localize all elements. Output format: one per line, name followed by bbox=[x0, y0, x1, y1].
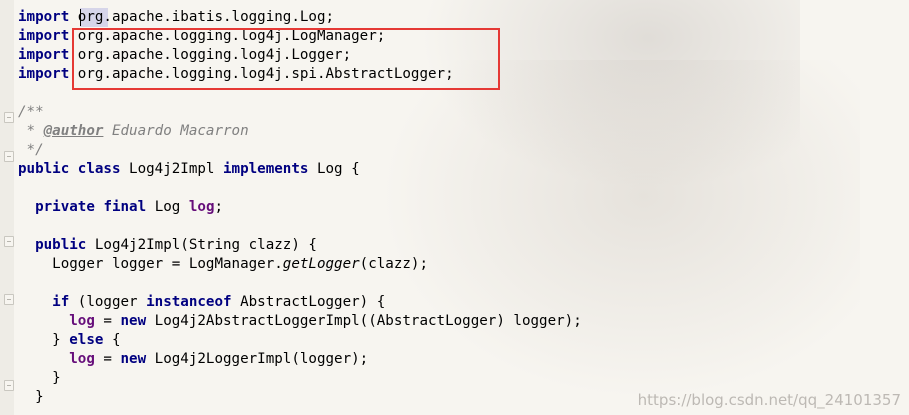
code-token: final bbox=[103, 199, 147, 215]
code-token: } bbox=[18, 389, 44, 405]
code-token: public bbox=[18, 161, 70, 177]
code-token: log bbox=[69, 313, 95, 329]
code-token: Log4j2Impl(String clazz) { bbox=[86, 237, 317, 253]
code-line[interactable]: */ bbox=[18, 141, 582, 160]
code-token: Logger logger = LogManager. bbox=[18, 256, 283, 272]
fold-icon[interactable] bbox=[4, 236, 14, 247]
code-token: class bbox=[77, 161, 121, 177]
code-token: new bbox=[120, 351, 147, 367]
code-token: import bbox=[18, 28, 70, 44]
code-token: = bbox=[94, 313, 121, 329]
code-token: else bbox=[69, 332, 104, 348]
code-token: new bbox=[120, 313, 147, 329]
annotation-highlight-box bbox=[72, 28, 500, 90]
code-token: org.apache.ibatis.logging.Log; bbox=[69, 9, 335, 25]
watermark: https://blog.csdn.net/qq_24101357 bbox=[637, 391, 901, 409]
code-line[interactable]: Logger logger = LogManager.getLogger(cla… bbox=[18, 255, 582, 274]
code-token: log bbox=[69, 351, 95, 367]
code-line[interactable]: log = new Log4j2AbstractLoggerImpl((Abst… bbox=[18, 312, 582, 331]
code-line[interactable]: * @author Eduardo Macarron bbox=[18, 122, 582, 141]
code-line[interactable] bbox=[18, 217, 582, 236]
code-token: private bbox=[35, 199, 95, 215]
code-line[interactable]: public class Log4j2Impl implements Log { bbox=[18, 160, 582, 179]
code-line[interactable] bbox=[18, 179, 582, 198]
fold-icon[interactable] bbox=[4, 294, 14, 305]
code-token: Log4j2Impl bbox=[120, 161, 224, 177]
fold-icon[interactable] bbox=[4, 380, 14, 391]
code-token: Log4j2AbstractLoggerImpl((AbstractLogger… bbox=[146, 313, 582, 329]
code-line[interactable]: public Log4j2Impl(String clazz) { bbox=[18, 236, 582, 255]
code-token: instanceof bbox=[146, 294, 232, 310]
code-token: import bbox=[18, 9, 70, 25]
code-line[interactable]: } bbox=[18, 388, 582, 407]
code-token: AbstractLogger) { bbox=[231, 294, 386, 310]
code-line[interactable]: if (logger instanceof AbstractLogger) { bbox=[18, 293, 582, 312]
editor-gutter bbox=[0, 0, 14, 415]
code-token: } bbox=[18, 370, 61, 386]
code-token: * bbox=[18, 123, 44, 139]
code-token: ; bbox=[214, 199, 224, 215]
code-line[interactable]: log = new Log4j2LoggerImpl(logger); bbox=[18, 350, 582, 369]
code-token: (logger bbox=[69, 294, 147, 310]
code-line[interactable]: private final Log log; bbox=[18, 198, 582, 217]
fold-icon[interactable] bbox=[4, 112, 14, 123]
code-token: Log { bbox=[308, 161, 360, 177]
code-token: @author bbox=[43, 123, 104, 139]
code-line[interactable]: } else { bbox=[18, 331, 582, 350]
code-line[interactable] bbox=[18, 274, 582, 293]
code-line[interactable]: /** bbox=[18, 103, 582, 122]
fold-icon[interactable] bbox=[4, 151, 14, 162]
code-token: if bbox=[52, 294, 70, 310]
code-token: /** bbox=[18, 104, 44, 120]
code-line[interactable]: import org.apache.ibatis.logging.Log; bbox=[18, 8, 582, 27]
code-token: getLogger bbox=[282, 256, 360, 272]
code-token: Log bbox=[146, 199, 189, 215]
code-token: import bbox=[18, 47, 70, 63]
code-token: } bbox=[18, 332, 70, 348]
text-caret bbox=[80, 9, 81, 26]
code-token: log bbox=[188, 199, 215, 215]
code-token: */ bbox=[18, 142, 44, 158]
code-token: import bbox=[18, 66, 70, 82]
code-token: implements bbox=[223, 161, 309, 177]
code-token: public bbox=[35, 237, 87, 253]
code-token: = bbox=[94, 351, 121, 367]
code-token: { bbox=[103, 332, 121, 348]
code-token: (clazz); bbox=[359, 256, 429, 272]
code-token: Eduardo Macarron bbox=[103, 123, 249, 139]
code-token: Log4j2LoggerImpl(logger); bbox=[146, 351, 369, 367]
code-line[interactable]: } bbox=[18, 369, 582, 388]
